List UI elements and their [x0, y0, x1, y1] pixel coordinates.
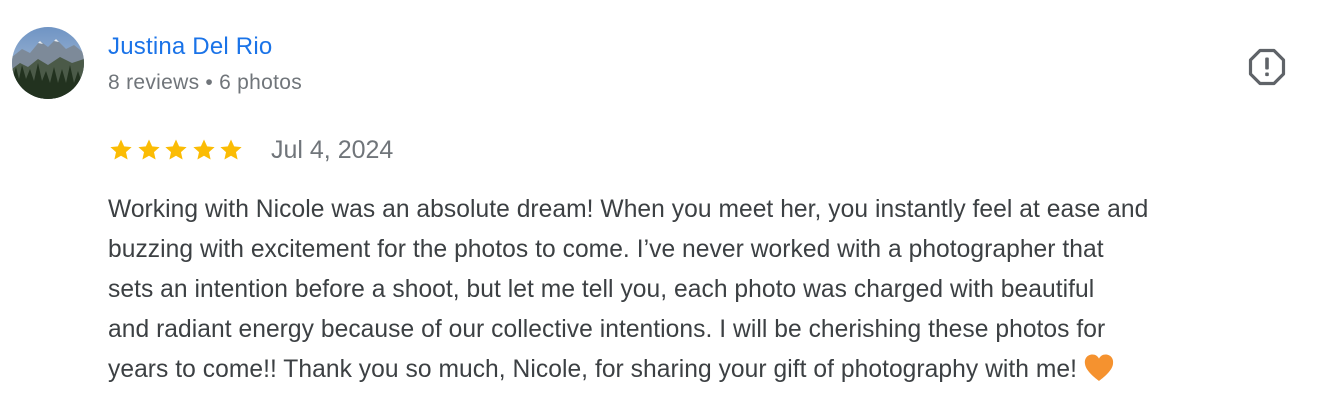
photo-count: 6 photos [219, 71, 303, 94]
star-icon [218, 137, 244, 163]
orange-heart-icon [1083, 353, 1115, 383]
reviewer-stats: 8 reviews • 6 photos [108, 69, 302, 97]
avatar-image [12, 27, 84, 99]
avatar[interactable] [12, 27, 84, 99]
report-review-button[interactable] [1248, 48, 1286, 86]
reviewer-name-link[interactable]: Justina Del Rio [108, 32, 272, 62]
review-text-line: buzzing with excitement for the photos t… [108, 236, 1104, 263]
review-date: Jul 4, 2024 [271, 136, 394, 164]
star-icon [163, 137, 189, 163]
review-text: Working with Nicole was an absolute drea… [108, 190, 1318, 390]
star-rating [108, 135, 246, 165]
review-text-line: sets an intention before a shoot, but le… [108, 276, 1095, 303]
review-count: 8 reviews [108, 71, 200, 94]
report-octagon-icon [1248, 48, 1286, 86]
review-text-line: and radiant energy because of our collec… [108, 316, 1106, 343]
star-icon [108, 137, 134, 163]
review-text-line: years to come!! Thank you so much, Nicol… [108, 356, 1078, 383]
star-icon [136, 137, 162, 163]
meta-separator: • [205, 71, 214, 94]
review-text-line-last: years to come!! Thank you so much, Nicol… [108, 350, 1318, 390]
review-text-line: Working with Nicole was an absolute drea… [108, 196, 1149, 223]
star-icon [191, 137, 217, 163]
